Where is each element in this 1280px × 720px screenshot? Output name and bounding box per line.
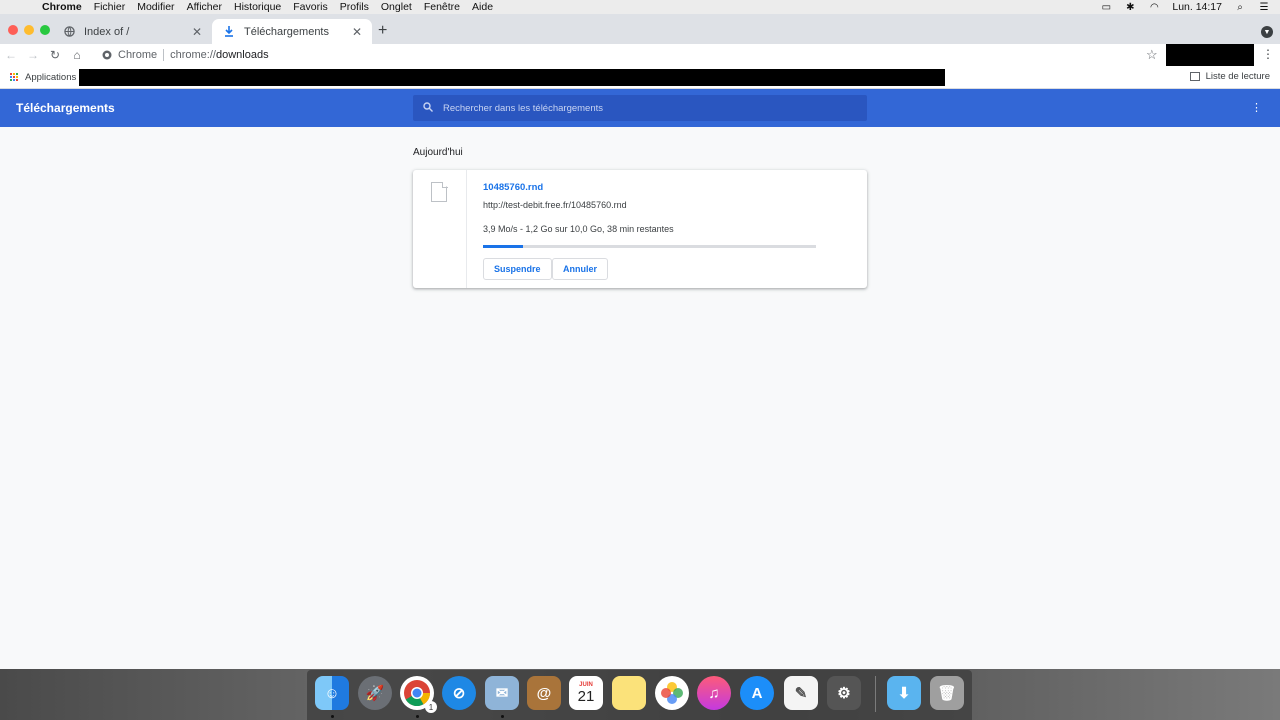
tab-title: Téléchargements [244,25,329,38]
downloads-folder-icon[interactable]: ⬇ [887,676,921,710]
menu-afficher[interactable]: Afficher [181,1,228,13]
search-icon [423,101,435,115]
tab-title: Index of / [84,25,130,38]
page-title: Téléchargements [16,101,115,115]
omnibox-divider [163,49,165,61]
forward-icon[interactable]: → [22,48,44,62]
wifi-icon[interactable]: ◠ [1148,2,1160,13]
menu-historique[interactable]: Historique [228,1,287,13]
apps-grid-icon[interactable] [10,72,19,82]
reading-list-icon [1189,72,1200,81]
section-date: Aujourd'hui [413,147,463,158]
apps-shortcut[interactable]: Applications [25,72,76,83]
zoom-window-button[interactable] [40,25,50,35]
calendar-day: 21 [577,687,595,705]
menu-profils[interactable]: Profils [334,1,375,13]
tab-downloads[interactable]: Téléchargements ✕ [212,19,372,44]
redacted-bookmarks [79,69,945,86]
bluetooth-icon[interactable]: ✱ [1124,2,1136,13]
bookmarks-bar: Applications Liste de lecture [0,66,1280,89]
app-store-icon[interactable]: A [740,676,774,710]
chrome-icon[interactable]: 1 [400,676,437,713]
close-tab-icon[interactable]: ✕ [352,25,362,39]
download-progress-bar [483,245,816,248]
file-icon-column [413,170,467,288]
chrome-logo-icon [102,50,112,60]
globe-icon [62,25,76,39]
finder-icon[interactable]: ☺ [315,676,349,710]
browser-toolbar: ← → ↻ ⌂ Chrome chrome:// downloads ☆ ⋮ [0,44,1280,66]
notification-badge: 1 [425,701,437,713]
site-chip[interactable]: Chrome [102,49,157,61]
search-box[interactable] [413,95,867,121]
file-source-url[interactable]: http://test-debit.free.fr/10485760.rnd [483,200,627,210]
launchpad-icon[interactable]: 🚀 [358,676,392,710]
cancel-button[interactable]: Annuler [552,258,609,280]
menu-onglet[interactable]: Onglet [375,1,418,13]
download-icon [222,25,236,39]
textedit-icon[interactable]: ✎ [784,676,818,710]
file-icon-fold [442,182,448,188]
system-preferences-icon[interactable]: ⚙ [827,676,861,710]
home-icon[interactable]: ⌂ [66,48,88,62]
address-bar[interactable]: Chrome chrome:// downloads [96,44,269,66]
url-path: downloads [215,49,269,61]
dock: ☺ 🚀 1 ⊘ ✉ @ JUIN 21 ♫ A ✎ ⚙ ⬇ 🗑 [307,670,972,720]
reading-list-button[interactable]: Liste de lecture [1189,71,1270,82]
menu-fichier[interactable]: Fichier [88,1,132,13]
chrome-menu-icon[interactable]: ⋮ [1262,47,1274,61]
tab-search-icon[interactable]: ▼ [1261,26,1273,38]
redacted-profile-area [1166,44,1254,66]
notification-center-icon[interactable]: ☰ [1258,2,1270,13]
site-chip-label: Chrome [118,49,158,61]
menu-modifier[interactable]: Modifier [131,1,180,13]
menu-clock[interactable]: Lun. 14:17 [1172,1,1222,13]
downloads-page: Téléchargements ⋮ Aujourd'hui 10485760.r… [0,89,1280,669]
bookmark-star-icon[interactable]: ☆ [1146,47,1158,63]
menu-aide[interactable]: Aide [466,1,499,13]
menu-favoris[interactable]: Favoris [287,1,333,13]
reload-icon[interactable]: ↻ [44,48,66,62]
reading-list-label: Liste de lecture [1205,71,1270,82]
file-name-link[interactable]: 10485760.rnd [483,182,543,193]
airplay-icon[interactable]: ▭ [1100,2,1112,13]
trash-icon[interactable]: 🗑 [930,676,964,710]
running-indicator [331,715,334,718]
music-icon[interactable]: ♫ [697,676,731,710]
mail-icon[interactable]: ✉ [485,676,519,710]
downloads-header: Téléchargements ⋮ [0,89,1280,127]
download-progress-fill [483,245,523,248]
close-window-button[interactable] [8,25,18,35]
menu-app-name[interactable]: Chrome [36,1,88,13]
minimize-window-button[interactable] [24,25,34,35]
window-controls [8,25,50,35]
close-tab-icon[interactable]: ✕ [192,25,202,39]
contacts-icon[interactable]: @ [527,676,561,710]
menu-fenetre[interactable]: Fenêtre [418,1,466,13]
tab-strip: Index of / ✕ Téléchargements ✕ + ▼ [0,14,1280,44]
notes-icon[interactable] [612,676,646,710]
search-input[interactable] [443,102,843,114]
new-tab-button[interactable]: + [378,22,387,40]
tab-index-of[interactable]: Index of / ✕ [52,19,212,44]
macos-menu-bar: Chrome Fichier Modifier Afficher Histori… [0,0,1280,14]
calendar-icon[interactable]: JUIN 21 [569,676,603,710]
safari-icon[interactable]: ⊘ [442,676,476,710]
pause-button[interactable]: Suspendre [483,258,552,280]
download-status: 3,9 Mo/s - 1,2 Go sur 10,0 Go, 38 min re… [483,224,674,234]
running-indicator [501,715,504,718]
download-item-card: 10485760.rnd http://test-debit.free.fr/1… [413,170,867,288]
more-actions-icon[interactable]: ⋮ [1251,101,1262,114]
spotlight-icon[interactable]: ⌕ [1234,2,1246,13]
dock-separator [875,676,876,712]
running-indicator [416,715,419,718]
url-scheme: chrome:// [170,49,216,61]
back-icon[interactable]: ← [0,48,22,62]
photos-icon[interactable] [655,676,689,710]
